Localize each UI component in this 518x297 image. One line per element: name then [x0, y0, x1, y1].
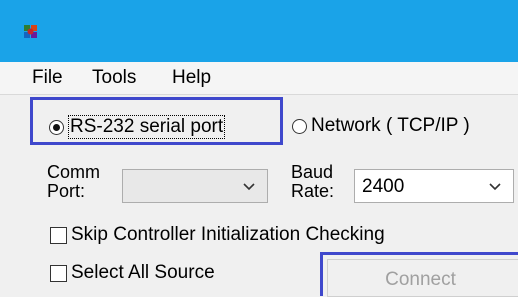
rs232-radio-option[interactable]: RS-232 serial port: [49, 115, 226, 139]
menu-divider: [0, 94, 518, 95]
connect-button[interactable]: Connect: [320, 252, 518, 297]
menu-help[interactable]: Help: [172, 67, 211, 89]
connect-button-label: Connect: [385, 268, 456, 290]
select-all-checkbox[interactable]: [50, 264, 67, 282]
title-bar[interactable]: [0, 0, 518, 62]
menu-tools[interactable]: Tools: [92, 67, 136, 89]
rs232-label: RS-232 serial port: [68, 115, 226, 139]
baud-rate-value: 2400: [362, 176, 405, 197]
baud-rate-select[interactable]: 2400: [354, 169, 514, 203]
skip-check-checkbox[interactable]: [50, 226, 67, 244]
select-all-label: Select All Source: [71, 262, 215, 283]
select-all-option[interactable]: Select All Source: [50, 262, 215, 284]
comm-port-label: Comm Port:: [47, 163, 100, 201]
network-radio[interactable]: [292, 118, 307, 134]
dialog-client-area: File Tools Help RS-232 serial port Netwo…: [0, 62, 518, 297]
comm-port-select[interactable]: [122, 169, 268, 203]
network-label: Network ( TCP/IP ): [311, 115, 470, 136]
network-radio-option[interactable]: Network ( TCP/IP ): [292, 115, 470, 137]
chevron-down-icon: [489, 183, 501, 191]
menu-file[interactable]: File: [32, 67, 63, 89]
skip-check-label: Skip Controller Initialization Checking: [71, 224, 385, 245]
rs232-radio[interactable]: [49, 119, 64, 135]
baud-rate-label: Baud Rate:: [291, 163, 334, 201]
skip-check-option[interactable]: Skip Controller Initialization Checking: [50, 224, 385, 246]
menu-bar: File Tools Help: [0, 62, 518, 94]
baud-rate-label-text: Baud Rate:: [291, 162, 335, 201]
chevron-down-icon: [243, 183, 255, 191]
app-logo-icon: [24, 25, 37, 38]
comm-port-label-text: Comm Port:: [47, 162, 100, 201]
